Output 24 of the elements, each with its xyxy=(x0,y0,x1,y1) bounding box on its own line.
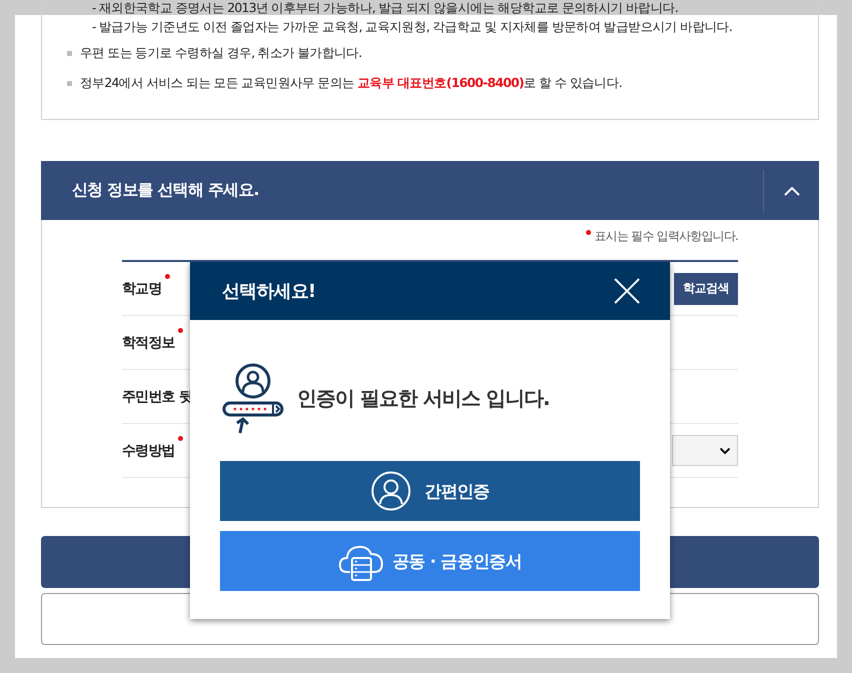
modal-message: 인증이 필요한 서비스 입니다. xyxy=(297,384,550,412)
bullet-icon xyxy=(67,80,72,86)
notice-text: - 재외한국학교 증명서는 2013년 이후부터 가능하나, 발급 되지 않을시에는 해당학교로 문의하시기 바랍니다. xyxy=(91,0,679,17)
required-dot xyxy=(586,230,591,235)
field-label: 학교명 xyxy=(122,280,162,298)
notice-text: 정부24에서 서비스 되는 모든 교육민원사무 문의는 교육부 대표번호(1600-8400)로 할 수 있습니다. xyxy=(80,74,622,92)
chevron-icon xyxy=(784,186,800,196)
close-button[interactable] xyxy=(614,278,640,304)
section-title: 신청 정보를 선택해 주세요. xyxy=(71,180,259,201)
bullet-icon xyxy=(67,50,72,56)
chevron-icon xyxy=(719,446,731,454)
field-label: 학적정보 xyxy=(122,334,175,352)
notice-text: 우편 또는 등기로 수령하실 경우, 취소가 불가합니다. xyxy=(80,44,362,62)
select-field[interactable] xyxy=(672,435,738,466)
notice-text: - 발급가능 기준년도 이전 졸업자는 가까운 교육청, 교육지원청, 각급학교 및 지자체를 방문하여 발급받으시기 바랍니다. xyxy=(91,18,734,36)
simple-auth-button[interactable]: 간편인증 xyxy=(220,461,640,521)
field-label: 수령방법 xyxy=(122,442,175,460)
user-icon xyxy=(370,471,411,511)
school-search-button[interactable]: 학교검색 xyxy=(674,272,738,304)
close-icon xyxy=(614,278,640,304)
required-note: 표시는 필수 입력사항입니다. xyxy=(594,228,738,245)
modal-title: 선택하세요! xyxy=(222,280,316,303)
certificate-button[interactable]: 공동 · 금융인증서 xyxy=(220,531,640,591)
user-login-icon xyxy=(221,361,285,435)
